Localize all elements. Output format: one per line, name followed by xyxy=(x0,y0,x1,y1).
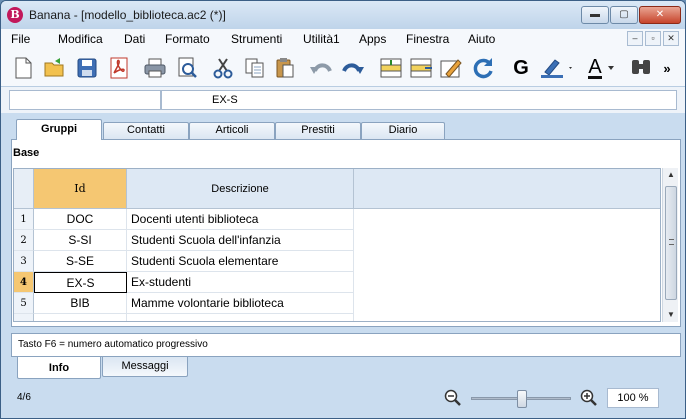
find-icon[interactable] xyxy=(627,54,655,82)
row-number[interactable]: 1 xyxy=(14,209,34,230)
mdi-close-button[interactable]: ✕ xyxy=(663,31,679,46)
menu-file[interactable]: File xyxy=(11,32,30,46)
tab-prestiti[interactable]: Prestiti xyxy=(275,122,361,139)
tab-contatti[interactable]: Contatti xyxy=(103,122,189,139)
cell-id[interactable] xyxy=(34,314,127,321)
table-row[interactable]: 2 S-SI Studenti Scuola dell'infanzia xyxy=(14,230,354,251)
cell-id[interactable]: BIB xyxy=(34,293,127,314)
edit-icon[interactable] xyxy=(437,54,465,82)
cell-descrizione[interactable] xyxy=(127,314,354,321)
scroll-up-icon[interactable]: ▲ xyxy=(663,168,679,182)
data-grid: Id Descrizione 1 DOC Docenti utenti bibl… xyxy=(13,168,661,322)
minimize-button[interactable]: ▬ xyxy=(581,6,609,24)
cell-id[interactable]: DOC xyxy=(34,209,127,230)
undo-icon[interactable] xyxy=(307,54,335,82)
menu-aiuto[interactable]: Aiuto xyxy=(468,32,495,46)
app-window: B Banana - [modello_biblioteca.ac2 (*)] … xyxy=(0,0,686,419)
table-row[interactable]: 1 DOC Docenti utenti biblioteca xyxy=(14,209,354,230)
scrollbar-thumb[interactable] xyxy=(665,186,677,300)
redo-icon[interactable] xyxy=(339,54,367,82)
info-tabs: Info Messaggi xyxy=(17,357,317,379)
row-number[interactable]: 3 xyxy=(14,251,34,272)
tab-gruppi[interactable]: Gruppi xyxy=(16,119,102,140)
refresh-icon[interactable] xyxy=(469,54,497,82)
open-folder-icon[interactable] xyxy=(41,54,69,82)
font-color-icon[interactable]: A xyxy=(581,54,621,82)
table-row-selected[interactable]: 4 EX-S Ex-studenti xyxy=(14,272,354,293)
menu-apps[interactable]: Apps xyxy=(359,32,386,46)
toolbar-overflow-button[interactable]: » xyxy=(657,54,677,82)
font-color-letter: A xyxy=(588,55,602,79)
mdi-controls: – ▫ ✕ xyxy=(625,31,679,46)
menu-utilita[interactable]: Utilità1 xyxy=(303,32,340,46)
highlight-color-icon[interactable] xyxy=(537,54,577,82)
table-row[interactable] xyxy=(14,314,354,321)
table-row[interactable]: 5 BIB Mamme volontarie biblioteca xyxy=(14,293,354,314)
menu-dati[interactable]: Dati xyxy=(124,32,145,46)
zoom-level-field[interactable]: 100 % xyxy=(607,388,659,408)
column-header-empty xyxy=(354,169,660,209)
grid-corner[interactable] xyxy=(14,169,34,209)
zoom-out-icon[interactable] xyxy=(444,389,462,407)
grip-icon xyxy=(669,239,674,245)
table-tabs: Gruppi Contatti Articoli Prestiti Diario xyxy=(11,119,681,140)
cut-icon[interactable] xyxy=(209,54,237,82)
tab-diario[interactable]: Diario xyxy=(361,122,445,139)
tab-info[interactable]: Info xyxy=(17,357,101,379)
column-header-descrizione[interactable]: Descrizione xyxy=(127,169,354,209)
cell-id[interactable]: S-SE xyxy=(34,251,127,272)
tab-messaggi[interactable]: Messaggi xyxy=(102,357,188,377)
pdf-icon[interactable] xyxy=(105,54,133,82)
print-icon[interactable] xyxy=(141,54,169,82)
column-header-id[interactable]: Id xyxy=(34,169,127,209)
window-title: Banana - [modello_biblioteca.ac2 (*)] xyxy=(29,8,226,22)
tab-articoli[interactable]: Articoli xyxy=(189,122,275,139)
menu-formato[interactable]: Formato xyxy=(165,32,210,46)
toolbar: G A » xyxy=(1,49,685,87)
print-preview-icon[interactable] xyxy=(173,54,201,82)
insert-row-icon[interactable] xyxy=(377,54,405,82)
close-button[interactable]: ✕ xyxy=(639,6,681,24)
cell-id[interactable]: S-SI xyxy=(34,230,127,251)
status-bar: 4/6 100 % xyxy=(1,381,685,418)
cell-descrizione[interactable]: Mamme volontarie biblioteca xyxy=(127,293,354,314)
mdi-minimize-button[interactable]: – xyxy=(627,31,643,46)
row-number[interactable] xyxy=(14,314,34,321)
cell-descrizione[interactable]: Docenti utenti biblioteca xyxy=(127,209,354,230)
cell-descrizione[interactable]: Studenti Scuola elementare xyxy=(127,251,354,272)
row-number[interactable]: 5 xyxy=(14,293,34,314)
cell-descrizione[interactable]: Studenti Scuola dell'infanzia xyxy=(127,230,354,251)
view-label[interactable]: Base xyxy=(13,147,39,159)
paste-icon[interactable] xyxy=(271,54,299,82)
delete-row-icon[interactable] xyxy=(407,54,435,82)
cell-address-row: EX-S xyxy=(1,87,685,113)
row-position: 4/6 xyxy=(17,392,31,403)
bold-icon[interactable]: G xyxy=(507,54,535,82)
save-icon[interactable] xyxy=(73,54,101,82)
menu-bar: File Modifica Dati Formato Strumenti Uti… xyxy=(1,29,685,49)
cell-descrizione[interactable]: Ex-studenti xyxy=(127,272,354,293)
zoom-slider-thumb[interactable] xyxy=(517,390,527,408)
new-document-icon[interactable] xyxy=(9,54,37,82)
mdi-restore-button[interactable]: ▫ xyxy=(645,31,661,46)
title-bar: B Banana - [modello_biblioteca.ac2 (*)] … xyxy=(1,1,685,29)
info-panel: Tasto F6 = numero automatico progressivo xyxy=(11,333,681,357)
menu-modifica[interactable]: Modifica xyxy=(58,32,103,46)
table-row[interactable]: 3 S-SE Studenti Scuola elementare xyxy=(14,251,354,272)
row-number[interactable]: 2 xyxy=(14,230,34,251)
menu-strumenti[interactable]: Strumenti xyxy=(231,32,282,46)
cell-id-selected[interactable]: EX-S xyxy=(34,272,127,293)
menu-finestra[interactable]: Finestra xyxy=(406,32,449,46)
cell-reference-field[interactable] xyxy=(9,90,161,110)
maximize-button[interactable]: ▢ xyxy=(610,6,638,24)
cell-value-field[interactable]: EX-S xyxy=(161,90,677,110)
table-panel: Base Id Descrizione 1 DOC Docenti utenti… xyxy=(11,139,681,327)
copy-icon[interactable] xyxy=(241,54,269,82)
banana-app-icon[interactable]: B xyxy=(7,7,23,23)
row-number[interactable]: 4 xyxy=(14,272,34,293)
scroll-down-icon[interactable]: ▼ xyxy=(663,308,679,322)
zoom-in-icon[interactable] xyxy=(580,389,598,407)
vertical-scrollbar[interactable]: ▲ ▼ xyxy=(662,168,678,322)
